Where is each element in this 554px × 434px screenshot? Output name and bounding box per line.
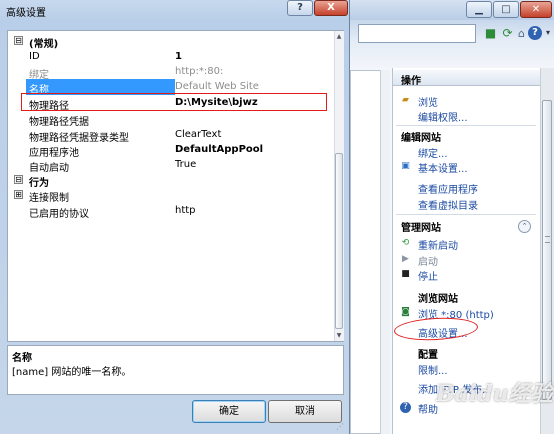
action-restart[interactable]: 重新启动 (418, 237, 458, 252)
actions-header: 操作 (393, 70, 540, 87)
property-row-logon-type[interactable]: 物理路径凭据登录类型 ClearText (8, 127, 334, 144)
stop-site-icon: ■ (401, 269, 410, 279)
start-icon: ▶ (402, 254, 409, 264)
category-behavior[interactable]: ⊟ 行为 (8, 172, 334, 189)
property-value: http:*:80: (175, 66, 224, 77)
action-basic-settings[interactable]: 基本设置... (418, 160, 468, 175)
property-row-physical-path-credentials[interactable]: 物理路径凭据 (8, 111, 334, 128)
close-window-button[interactable]: ✕ (520, 1, 552, 18)
scroll-down-icon[interactable]: ▼ (335, 331, 343, 340)
advanced-settings-dialog: 高级设置 ? X ⊟ (常规) ID 1 绑定 http:*:80: 名称 De… (0, 0, 350, 434)
description-panel: 名称 [name] 网站的唯一名称。 (7, 345, 344, 395)
property-row-enabled-protocols[interactable]: 已启用的协议 http (8, 203, 334, 220)
manage-site-header: 管理网站 (401, 223, 441, 234)
browse-folder-icon: ▰ (402, 95, 409, 105)
action-start[interactable]: 启动 (418, 253, 438, 268)
action-limits[interactable]: 限制... (418, 362, 448, 377)
property-row-limits[interactable]: ⊞ 连接限制 (8, 187, 334, 204)
divider (396, 125, 536, 126)
property-row-id[interactable]: ID 1 (8, 49, 334, 65)
property-value: ClearText (175, 129, 222, 140)
connections-scrollbar[interactable] (380, 70, 390, 434)
action-view-virtual-directories[interactable]: 查看虚拟目录 (418, 197, 478, 212)
action-view-applications[interactable]: 查看应用程序 (418, 181, 478, 196)
dialog-close-button[interactable]: X (314, 0, 348, 16)
property-value: Default Web Site (175, 81, 259, 92)
action-edit-permissions[interactable]: 编辑权限... (418, 109, 468, 124)
property-key: ID (29, 51, 40, 62)
chevron-down-icon[interactable]: ▾ (543, 26, 553, 43)
annotation-rectangle (21, 93, 327, 111)
dialog-help-button[interactable]: ? (287, 0, 313, 16)
category-label: (常规) (29, 39, 59, 50)
property-value: True (175, 159, 197, 170)
collapse-toggle-icon[interactable]: ⊟ (14, 175, 23, 184)
ok-button[interactable]: 确定 (192, 400, 266, 423)
maximize-button[interactable]: □ (493, 1, 519, 18)
expand-toggle-icon[interactable]: ⊞ (14, 190, 23, 199)
property-value: 1 (175, 51, 182, 62)
browse-site-header: 浏览网站 (418, 294, 458, 305)
collapse-icon[interactable]: ⌃ (518, 220, 531, 233)
resize-grip-icon[interactable]: ⋰ (336, 422, 346, 432)
property-row-bindings[interactable]: 绑定 http:*:80: (8, 64, 334, 81)
category-general[interactable]: ⊟ (常规) (8, 33, 334, 50)
description-text: [name] 网站的唯一名称。 (12, 367, 132, 378)
help-action-icon: ? (400, 402, 411, 413)
actions-scrollbar-thumb[interactable] (542, 100, 552, 400)
property-key: 物理路径凭据 (29, 117, 89, 128)
settings-icon: ▣ (401, 161, 410, 171)
dialog-title: 高级设置 (6, 8, 46, 19)
property-value: DefaultAppPool (175, 144, 264, 155)
action-help[interactable]: 帮助 (418, 401, 438, 416)
property-row-app-pool[interactable]: 应用程序池 DefaultAppPool (8, 142, 334, 159)
property-row-auto-start[interactable]: 自动启动 True (8, 157, 334, 174)
action-browse[interactable]: 浏览 (418, 94, 438, 109)
property-value: http (175, 205, 196, 216)
action-bindings[interactable]: 绑定... (418, 145, 448, 160)
edit-site-header: 编辑网站 (401, 133, 441, 144)
browser-icon: ◙ (401, 307, 410, 317)
restart-icon: ⟲ (401, 238, 410, 248)
configure-header: 配置 (418, 350, 438, 361)
divider (396, 214, 536, 215)
scroll-up-icon[interactable]: ▲ (335, 32, 343, 41)
address-bar[interactable] (358, 24, 476, 43)
stop-icon[interactable]: ■ (482, 25, 499, 42)
scroll-grip-icon (545, 236, 550, 243)
property-key: 已启用的协议 (29, 209, 89, 220)
collapse-toggle-icon[interactable]: ⊟ (14, 36, 23, 45)
help-icon[interactable]: ? (528, 26, 542, 40)
grid-scrollbar-thumb[interactable] (335, 153, 343, 329)
minimize-button[interactable]: ▁ (466, 1, 492, 18)
property-grid[interactable]: ⊟ (常规) ID 1 绑定 http:*:80: 名称 Default Web… (7, 30, 344, 342)
cancel-button[interactable]: 取消 (268, 400, 342, 423)
property-key: 连接限制 (29, 193, 69, 204)
description-title: 名称 (12, 353, 32, 364)
action-stop[interactable]: 停止 (418, 268, 438, 283)
baidu-watermark: Baidu经验 (436, 381, 553, 407)
